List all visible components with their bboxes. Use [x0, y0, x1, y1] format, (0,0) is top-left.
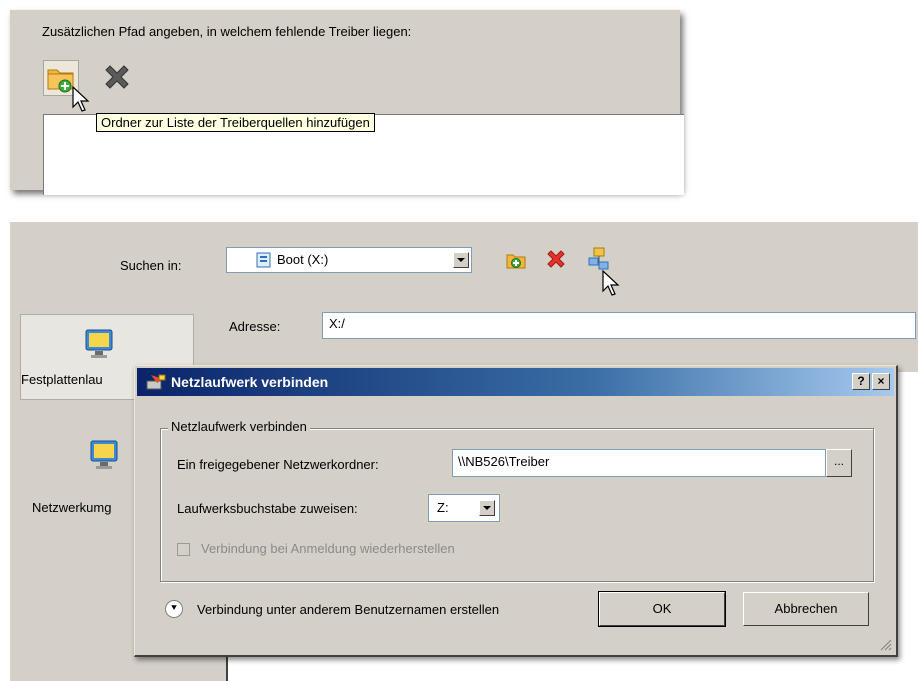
search-in-value: Boot (X:): [277, 252, 329, 267]
address-input[interactable]: X:/: [322, 312, 916, 339]
tooltip: Ordner zur Liste der Treiberquellen hinz…: [96, 113, 375, 132]
search-in-select[interactable]: Boot (X:): [226, 247, 472, 273]
dialog-title: Netzlaufwerk verbinden: [171, 374, 329, 390]
reconnect-label: Verbindung bei Anmeldung wiederherstelle…: [201, 541, 455, 556]
share-label: Ein freigegebener Netzwerkordner:: [177, 457, 379, 472]
dialog-title-bar[interactable]: Netzlaufwerk verbinden ? ×: [137, 368, 894, 396]
search-in-label: Suchen in:: [120, 258, 182, 273]
sidebar-item-label: Festplattenlau: [21, 372, 103, 387]
browse-button[interactable]: ...: [826, 449, 852, 477]
address-label: Adresse:: [229, 319, 281, 334]
drive-letter-value: Z:: [437, 500, 449, 515]
delete-icon[interactable]: [545, 249, 567, 271]
chevron-down-icon[interactable]: [479, 500, 495, 516]
help-button[interactable]: ?: [852, 373, 870, 390]
cancel-button[interactable]: Abbrechen: [743, 592, 869, 626]
chevron-down-icon[interactable]: [453, 252, 469, 268]
remove-folder-button[interactable]: [100, 62, 134, 96]
reconnect-checkbox[interactable]: [177, 543, 190, 556]
other-user-label[interactable]: Verbindung unter anderem Benutzernamen e…: [197, 602, 499, 617]
resize-grip-icon[interactable]: [878, 637, 892, 651]
folder-add-icon[interactable]: [505, 249, 527, 271]
x-icon: [105, 65, 129, 89]
close-button[interactable]: ×: [872, 373, 890, 390]
share-path-input[interactable]: \\NB526\Treiber: [452, 449, 826, 477]
sidebar-item-label: Netzwerkumg: [32, 500, 112, 515]
monitor-icon: [90, 440, 118, 469]
drive-letter-select[interactable]: Z:: [428, 494, 500, 522]
driver-path-caption: Zusätzlichen Pfad angeben, in welchem fe…: [42, 24, 412, 39]
driver-path-panel: Zusätzlichen Pfad angeben, in welchem fe…: [10, 10, 684, 195]
network-drive-icon: [146, 374, 166, 390]
mouse-cursor-icon: [602, 270, 620, 296]
map-network-drive-dialog: Netzlaufwerk verbinden ? × Netzlaufwerk …: [134, 365, 898, 657]
ok-button[interactable]: OK: [598, 591, 726, 627]
mouse-cursor-icon: [72, 86, 90, 112]
network-drive-icon[interactable]: [588, 247, 610, 271]
monitor-icon: [85, 329, 113, 358]
group-box-title: Netzlaufwerk verbinden: [168, 419, 310, 434]
drive-icon: [256, 252, 271, 268]
expand-icon[interactable]: ⯆: [165, 600, 183, 618]
drive-letter-label: Laufwerksbuchstabe zuweisen:: [177, 501, 358, 516]
